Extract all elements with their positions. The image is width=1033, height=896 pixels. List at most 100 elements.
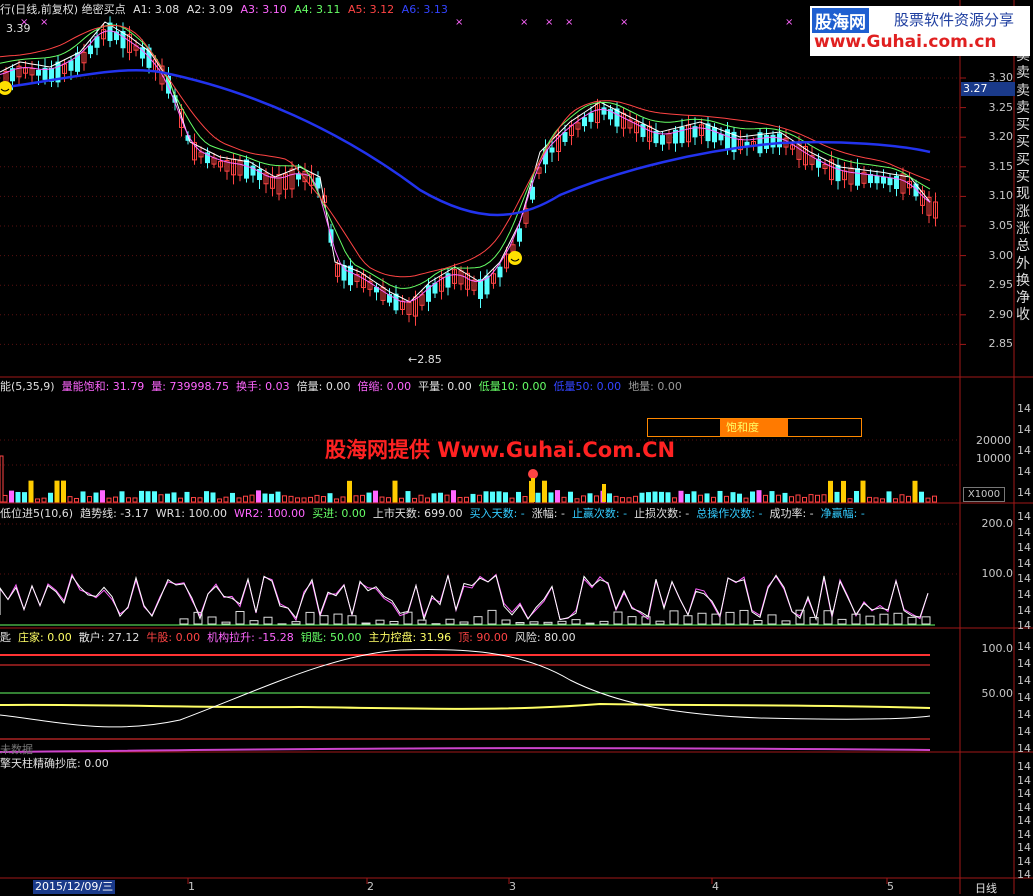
main-title: 行(日线,前复权) 绝密买点 xyxy=(0,3,126,16)
trend-header: 低位进5(10,6)趋势线: -3.17WR1: 100.00WR2: 100.… xyxy=(0,507,872,521)
side-quote-label: 卖 xyxy=(1016,83,1033,100)
high-price-label: 3.39 xyxy=(6,22,31,35)
trend-bar xyxy=(754,621,762,624)
volume-bar xyxy=(842,481,846,502)
volume-bar xyxy=(517,492,521,502)
ctrl-tick-50: 50.00 xyxy=(961,687,1013,700)
volume-bar xyxy=(705,494,709,502)
a2-value: A2: 3.09 xyxy=(187,3,233,16)
current-price-badge: 3.27 xyxy=(961,82,1015,96)
buy-marker: × xyxy=(620,17,628,28)
volume-bar xyxy=(822,495,826,502)
control-field-2: 散户: 27.12 xyxy=(79,631,140,644)
volume-bar xyxy=(913,481,917,502)
ma-line-blue xyxy=(0,70,930,215)
volume-bar xyxy=(244,496,248,502)
trend-bar xyxy=(180,619,188,624)
volume-bar xyxy=(608,494,612,502)
volume-bar xyxy=(374,491,378,502)
volume-field-6: 平量: 0.00 xyxy=(418,380,472,393)
candle-body xyxy=(706,124,710,141)
right-digit: 14 xyxy=(1017,760,1031,773)
trend-field-8: 止赢次数: - xyxy=(572,507,627,520)
ma-line-red xyxy=(0,26,930,277)
volume-bar xyxy=(263,494,267,502)
volume-bar xyxy=(413,498,417,502)
right-digit: 14 xyxy=(1017,657,1031,670)
volume-bar xyxy=(777,495,781,502)
volume-bar xyxy=(783,493,787,502)
volume-bar xyxy=(588,494,592,502)
ma-line-white xyxy=(0,22,930,302)
volume-bar xyxy=(757,491,761,502)
candle-body xyxy=(869,175,873,183)
volume-bar xyxy=(809,495,813,502)
volume-bar xyxy=(718,491,722,502)
vol-tick-20000: 20000 xyxy=(959,434,1011,447)
right-digit: 14 xyxy=(1017,841,1031,854)
volume-bar xyxy=(159,495,163,502)
right-digit: 14 xyxy=(1017,674,1031,687)
side-quote-label: 换 xyxy=(1016,273,1033,290)
volume-bar xyxy=(894,499,898,502)
right-digit: 14 xyxy=(1017,725,1031,738)
volume-bar xyxy=(881,499,885,502)
trend-field-6: 买入天数: - xyxy=(470,507,525,520)
volume-bar xyxy=(523,497,527,502)
buy-marker: × xyxy=(565,17,573,28)
volume-bar xyxy=(322,497,326,502)
candle-body xyxy=(89,46,93,54)
side-quote-label: 总 xyxy=(1016,238,1033,255)
volume-bar xyxy=(400,498,404,502)
volume-bar xyxy=(497,492,501,502)
trend-field-2: WR1: 100.00 xyxy=(156,507,227,520)
volume-bar xyxy=(920,492,924,502)
price-tick: 2.95 xyxy=(961,278,1013,291)
trend-bar xyxy=(320,616,328,624)
right-digit: 14 xyxy=(1017,855,1031,868)
volume-bar xyxy=(3,495,7,502)
volume-bar xyxy=(790,497,794,502)
right-digit: 14 xyxy=(1017,742,1031,755)
volume-bar xyxy=(283,496,287,502)
volume-bar xyxy=(562,497,566,502)
price-tick: 3.10 xyxy=(961,189,1013,202)
control-field-1: 庄家: 0.00 xyxy=(18,631,72,644)
trend-bar xyxy=(698,613,706,624)
volume-bar xyxy=(686,494,690,502)
trend-bar xyxy=(880,614,888,624)
candle-body xyxy=(245,160,249,178)
volume-bar xyxy=(770,492,774,502)
volume-bar xyxy=(140,491,144,502)
saturation-box: 饱和度 xyxy=(647,418,862,437)
volume-bar xyxy=(751,492,755,502)
right-digit: 14 xyxy=(1017,801,1031,814)
volume-bar xyxy=(666,493,670,502)
volume-bar xyxy=(543,481,547,502)
no-data-label: 未数据 xyxy=(0,741,33,757)
right-digit: 14 xyxy=(1017,828,1031,841)
volume-bar xyxy=(101,491,105,502)
volume-bar xyxy=(848,499,852,502)
trend-bar xyxy=(586,623,594,624)
right-digit: 14 xyxy=(1017,814,1031,827)
site-logo: 股海网 股票软件资源分享 www.Guhai.com.cn xyxy=(810,6,1030,56)
right-digit: 14 xyxy=(1017,572,1031,585)
volume-bar xyxy=(387,498,391,502)
right-digit: 14 xyxy=(1017,557,1031,570)
volume-field-1: 量能饱和: 31.79 xyxy=(62,380,145,393)
volume-bar xyxy=(432,494,436,502)
side-quote-label: 买 xyxy=(1016,134,1033,151)
trend-bar xyxy=(446,619,454,624)
volume-bar xyxy=(796,495,800,502)
candle-body xyxy=(479,280,483,299)
volume-bar xyxy=(315,495,319,502)
volume-bar xyxy=(354,496,358,502)
volume-bar xyxy=(926,498,930,502)
volume-bar xyxy=(231,493,235,502)
candle-body xyxy=(758,133,762,153)
month-label: 5 xyxy=(887,880,894,893)
trend-field-12: 净赢幅: - xyxy=(821,507,865,520)
volume-bar xyxy=(328,494,332,502)
volume-bar xyxy=(614,496,618,502)
